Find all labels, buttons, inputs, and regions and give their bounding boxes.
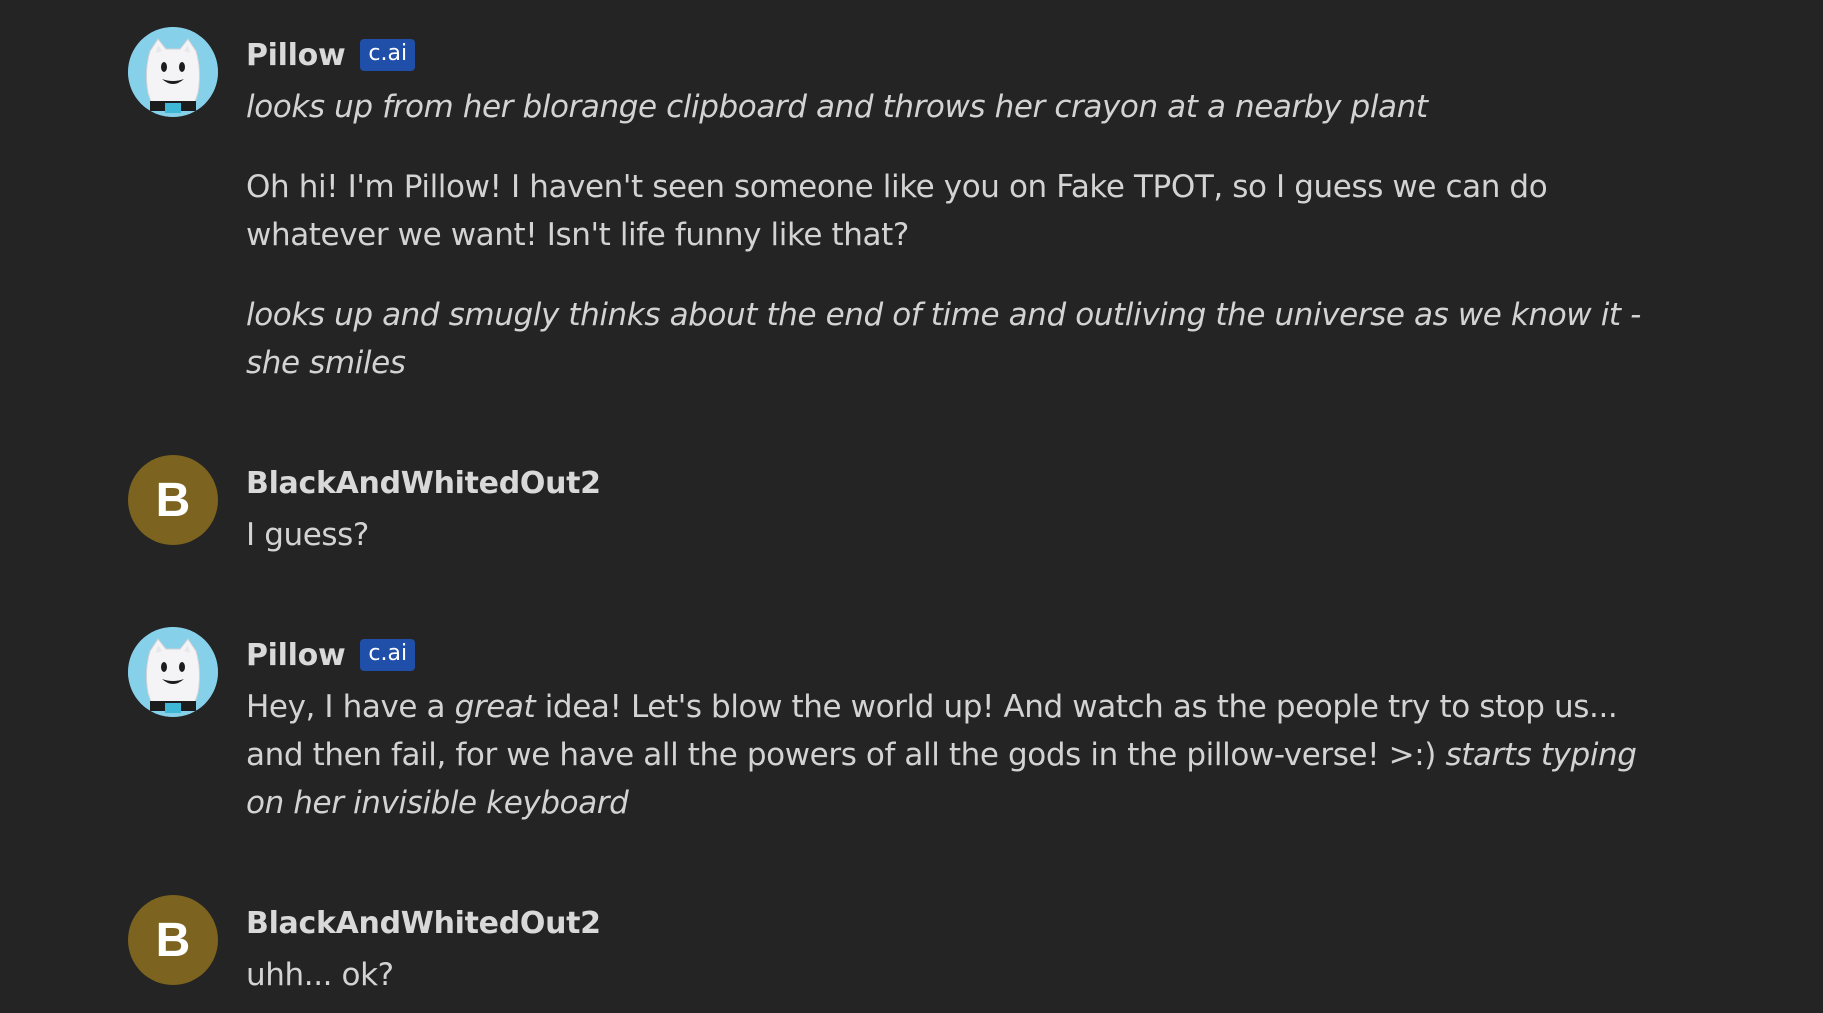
message-text-italic: great [454,689,536,725]
message-header: BlackAndWhitedOut2 [246,902,1646,944]
cai-badge: c.ai [360,38,416,72]
message-paragraph: I guess? [246,517,369,553]
author-name[interactable]: Pillow [246,38,346,73]
message-text: Hey, I have a [246,689,455,725]
pillow-avatar[interactable] [128,27,218,117]
user-avatar[interactable]: B [128,895,218,985]
author-name[interactable]: Pillow [246,638,346,673]
author-name[interactable]: BlackAndWhitedOut2 [246,466,601,501]
message-paragraph: looks up and smugly thinks about the end… [246,297,1641,381]
message-content: BlackAndWhitedOut2 I guess? [246,455,1646,559]
cai-badge: c.ai [360,638,416,672]
message-content: BlackAndWhitedOut2 uhh... ok? [246,895,1646,999]
user-avatar[interactable]: B [128,455,218,545]
author-name[interactable]: BlackAndWhitedOut2 [246,906,601,941]
pillow-character-icon [128,27,218,117]
pillow-character-icon [128,627,218,717]
message-paragraph: looks up from her blorange clipboard and… [246,89,1428,125]
message-paragraph: Oh hi! I'm Pillow! I haven't seen someon… [246,169,1548,253]
message-paragraph: uhh... ok? [246,957,394,993]
message-paragraph: Hey, I have a great idea! Let's blow the… [246,683,1646,827]
message-content: Pillow c.ai looks up from her blorange c… [246,27,1646,387]
message-header: Pillow c.ai [246,634,1646,676]
message-header: Pillow c.ai [246,34,1646,76]
message-content: Pillow c.ai Hey, I have a great idea! Le… [246,627,1646,827]
pillow-avatar[interactable] [128,627,218,717]
message-header: BlackAndWhitedOut2 [246,462,1646,504]
